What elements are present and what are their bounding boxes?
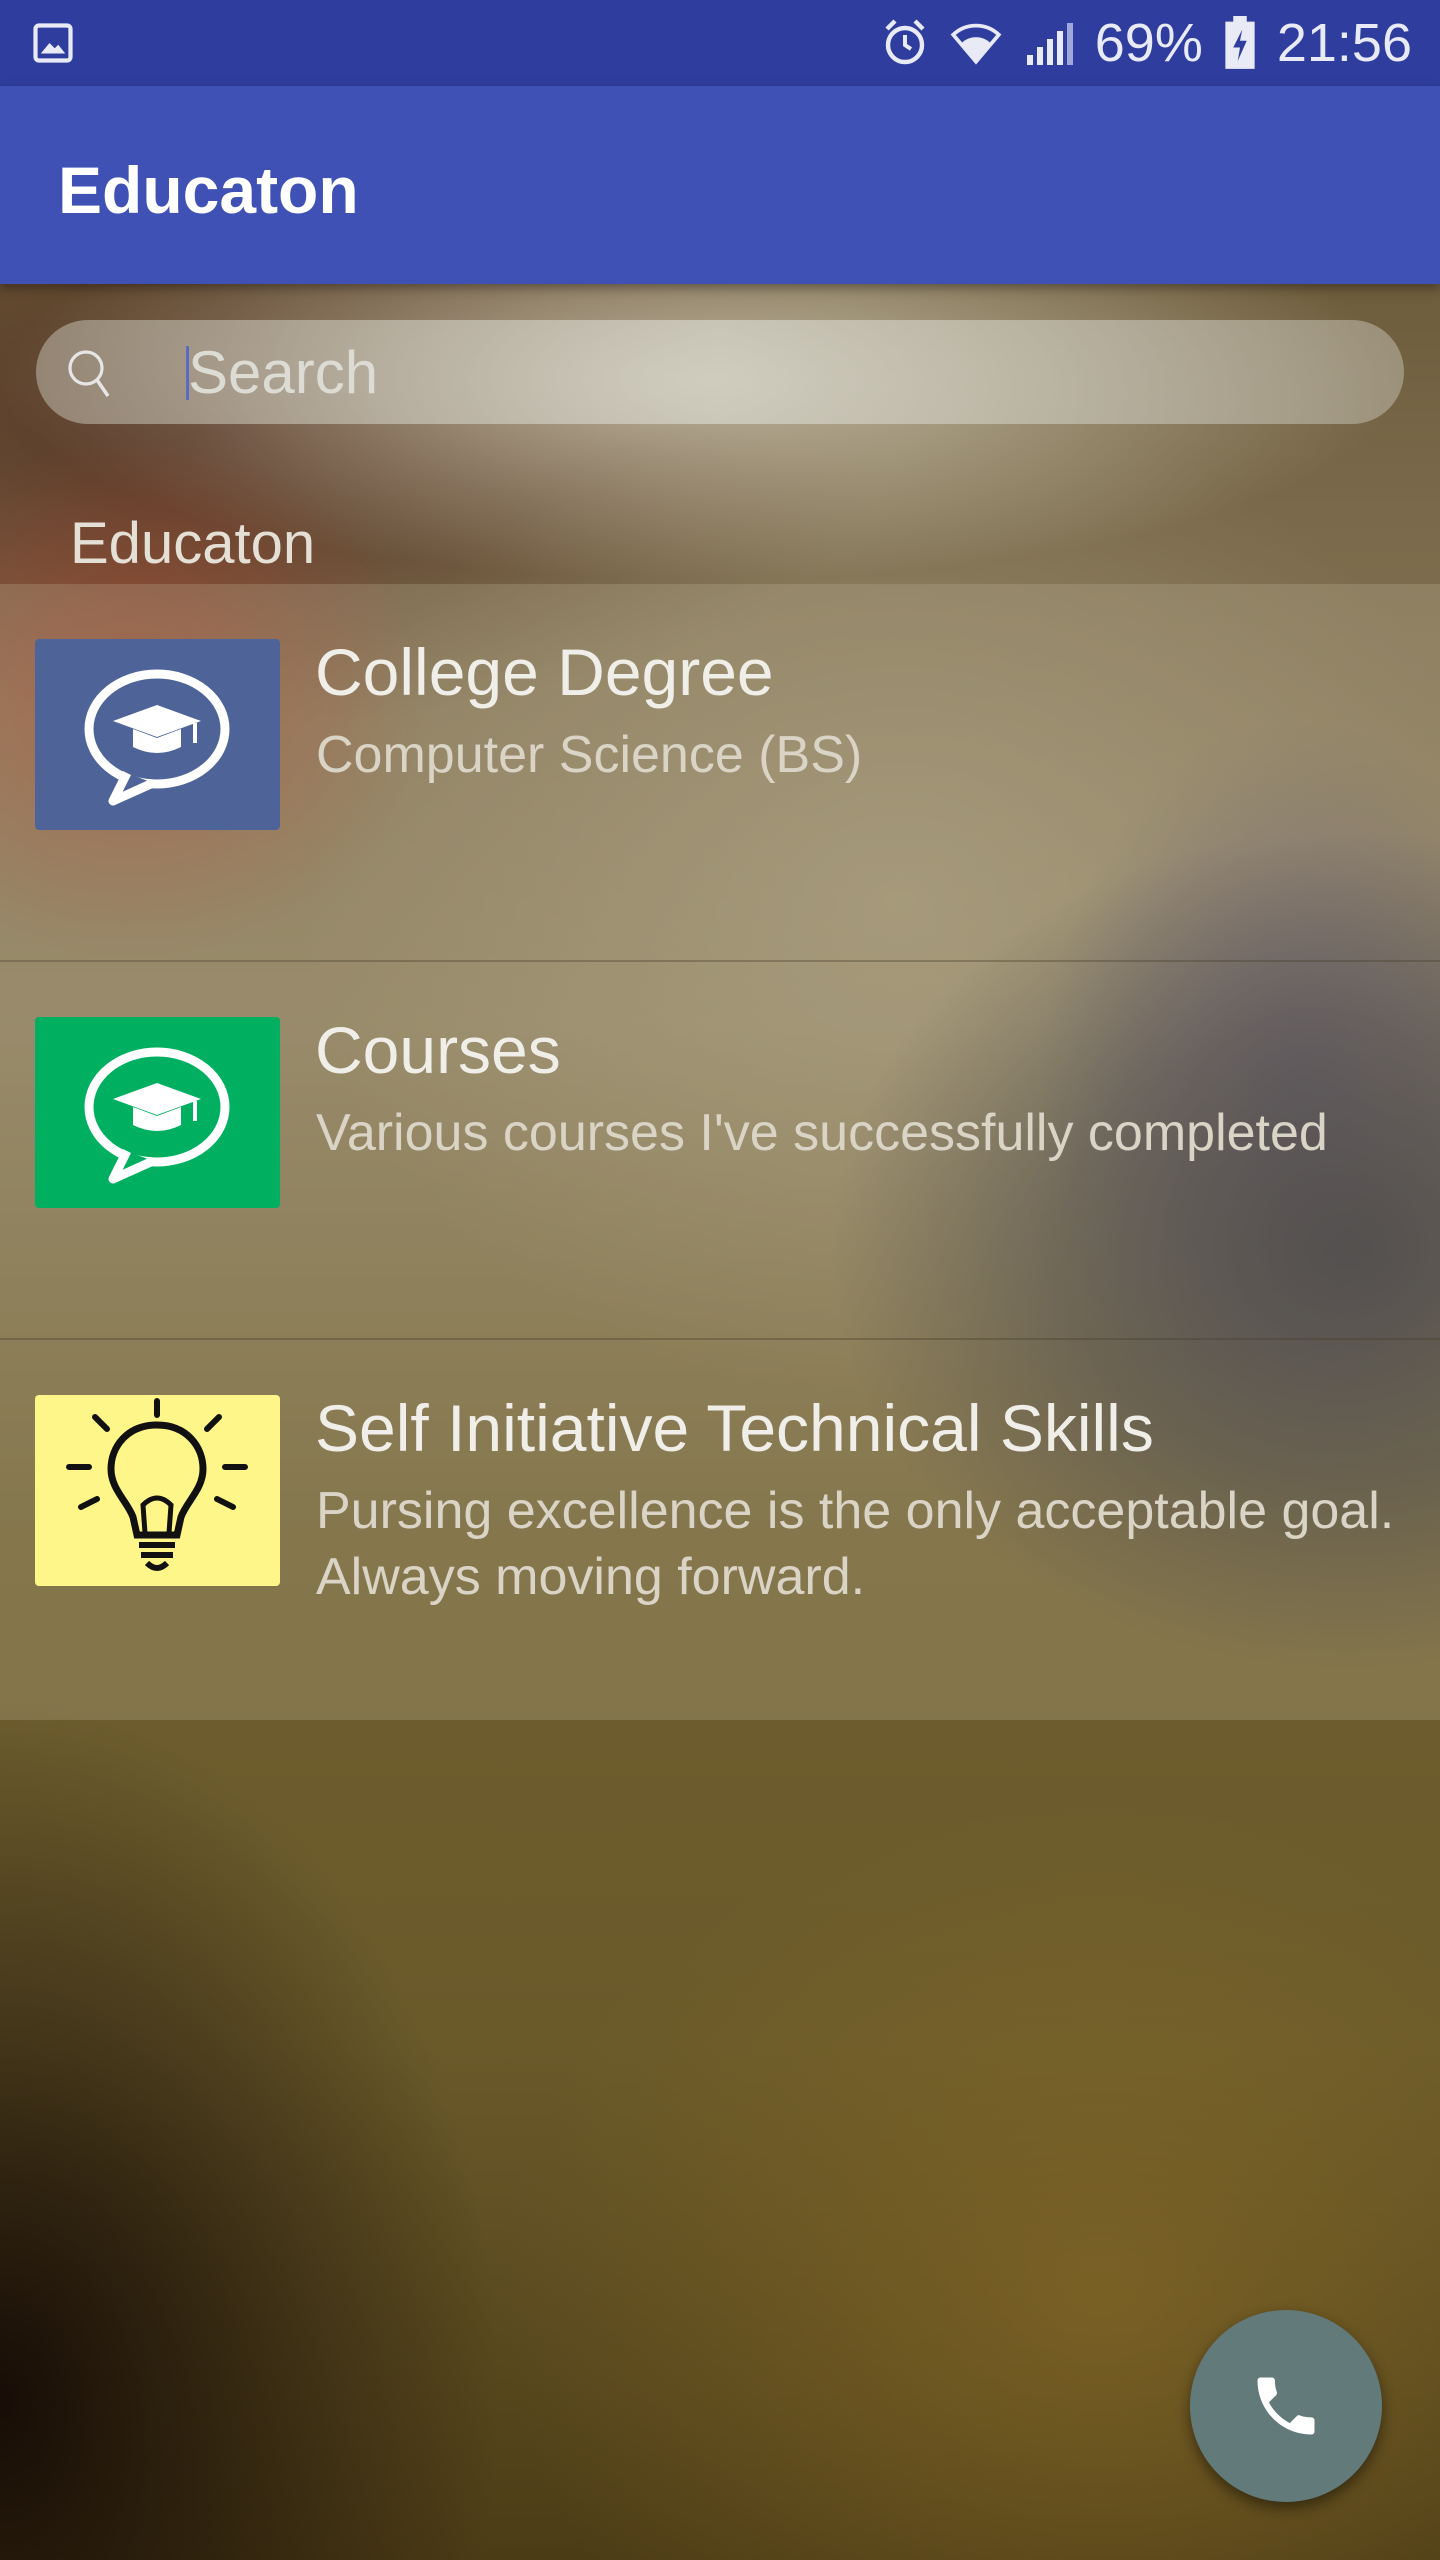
education-list: College Degree Computer Science (BS) Cou… — [0, 584, 1440, 1720]
battery-charging-icon — [1225, 16, 1255, 69]
phone-icon — [1257, 2377, 1315, 2435]
status-clock: 21:56 — [1276, 13, 1412, 73]
college-degree-thumbnail — [35, 639, 280, 830]
item-title: College Degree — [315, 635, 774, 709]
lightbulb-icon — [66, 1398, 248, 1571]
graduation-chat-icon — [84, 669, 230, 806]
search-icon — [68, 350, 110, 398]
item-subtitle: Computer Science (BS) — [316, 726, 863, 784]
item-subtitle: Various courses I've successfully comple… — [316, 1104, 1328, 1162]
courses-thumbnail — [35, 1017, 280, 1208]
list-item-college-degree[interactable]: College Degree Computer Science (BS) — [0, 584, 1440, 962]
wifi-icon — [950, 23, 1002, 65]
search-bar[interactable] — [36, 320, 1404, 424]
battery-percentage: 69% — [1094, 13, 1203, 73]
list-item-technical-skills[interactable]: Self Initiative Technical Skills Pursing… — [0, 1340, 1440, 1718]
status-bar: 69% 21:56 — [0, 0, 1440, 86]
app-bar: Educaton — [0, 86, 1440, 284]
search-input[interactable] — [188, 320, 1338, 424]
signal-icon — [1026, 23, 1073, 65]
item-title: Courses — [315, 1013, 561, 1087]
call-fab-button[interactable] — [1190, 2310, 1382, 2502]
app-title: Educaton — [58, 153, 359, 227]
gallery-icon — [33, 23, 73, 63]
item-subtitle: Pursing excellence is the only acceptabl… — [316, 1482, 1395, 1606]
technical-skills-thumbnail — [35, 1395, 280, 1586]
alarm-icon — [885, 19, 925, 65]
item-title: Self Initiative Technical Skills — [315, 1391, 1154, 1465]
graduation-chat-icon — [84, 1047, 230, 1184]
section-header: Educaton — [70, 511, 316, 576]
list-item-courses[interactable]: Courses Various courses I've successfull… — [0, 962, 1440, 1340]
